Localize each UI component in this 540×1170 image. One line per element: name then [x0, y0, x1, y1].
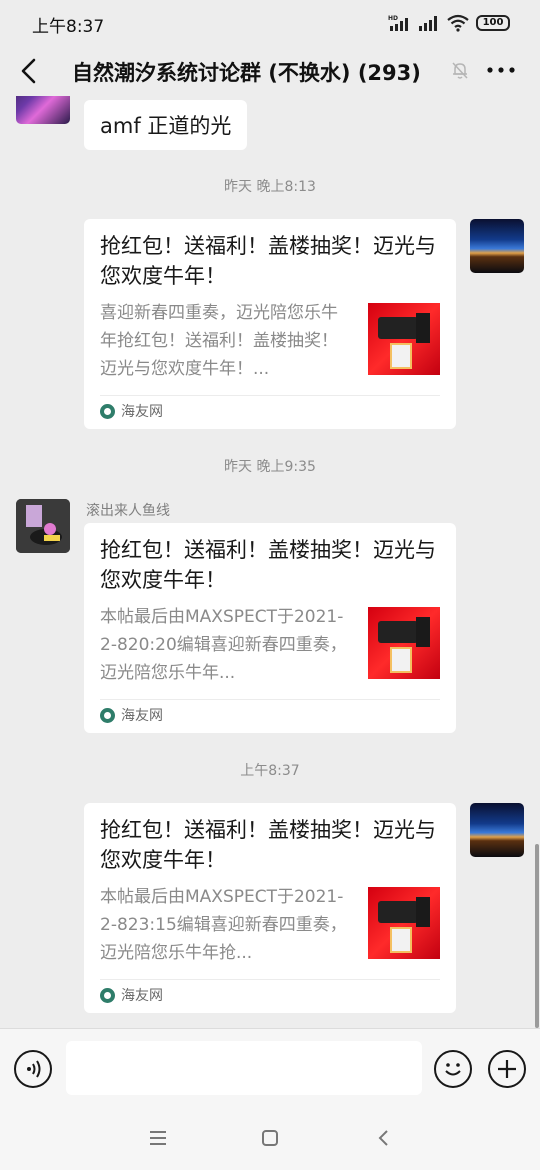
message-text: amf 正道的光	[100, 114, 232, 138]
card-source: 海友网	[100, 985, 163, 1005]
source-name: 海友网	[121, 988, 163, 1004]
divider	[100, 395, 440, 396]
card-source: 海友网	[100, 705, 163, 725]
wifi-icon	[447, 14, 469, 32]
home-square-icon[interactable]	[258, 1126, 282, 1150]
link-card[interactable]: 抢红包！送福利！盖楼抽奖！迈光与您欢度牛年！ 喜迎新春四重奏，迈光陪您乐牛年抢红…	[84, 219, 456, 429]
scrollbar[interactable]	[535, 844, 539, 1028]
battery-indicator: 100	[476, 15, 510, 31]
link-card[interactable]: 抢红包！送福利！盖楼抽奖！迈光与您欢度牛年！ 本帖最后由MAXSPECT于202…	[84, 523, 456, 733]
hd-signal-icon: HD	[388, 15, 408, 31]
back-triangle-icon[interactable]	[372, 1126, 396, 1150]
card-description: 本帖最后由MAXSPECT于2021-2-823:15编辑喜迎新春四重奏，迈光陪…	[100, 887, 347, 963]
user-avatar-icon	[16, 499, 70, 553]
avatar[interactable]	[16, 499, 70, 553]
card-title: 抢红包！送福利！盖楼抽奖！迈光与您欢度牛年！	[100, 818, 436, 872]
card-title: 抢红包！送福利！盖楼抽奖！迈光与您欢度牛年！	[100, 234, 436, 288]
chat-title: 自然潮汐系统讨论群 (不换水) (293)	[72, 61, 421, 85]
voice-icon	[27, 1060, 41, 1078]
source-name: 海友网	[121, 708, 163, 724]
source-name: 海友网	[121, 404, 163, 420]
card-source: 海友网	[100, 401, 163, 421]
card-thumbnail	[368, 607, 440, 679]
card-thumbnail	[368, 887, 440, 959]
menu-icon[interactable]	[146, 1126, 170, 1150]
message-input[interactable]	[66, 1041, 422, 1095]
bell-off-icon	[452, 62, 468, 79]
avatar[interactable]	[470, 219, 524, 273]
emoji-icon	[445, 1063, 461, 1076]
divider	[100, 699, 440, 700]
plus-button[interactable]	[488, 1050, 526, 1088]
chat-header: 自然潮汐系统讨论群 (不换水) (293)	[0, 46, 540, 96]
card-description: 喜迎新春四重奏，迈光陪您乐牛年抢红包！送福利！盖楼抽奖！迈光与您欢度牛年！...	[100, 303, 338, 379]
source-logo-icon	[100, 707, 115, 723]
text-message[interactable]: amf 正道的光	[84, 100, 248, 150]
link-card[interactable]: 抢红包！送福利！盖楼抽奖！迈光与您欢度牛年！ 本帖最后由MAXSPECT于202…	[84, 803, 456, 1013]
avatar[interactable]	[470, 803, 524, 857]
card-thumbnail	[368, 303, 440, 375]
cell-signal-icon	[419, 16, 437, 31]
card-title: 抢红包！送福利！盖楼抽奖！迈光与您欢度牛年！	[100, 538, 436, 592]
status-bar: 上午8:37 HD 100	[0, 0, 540, 46]
timestamp: 昨天 晚上9:35	[224, 459, 316, 475]
status-time: 上午8:37	[32, 17, 105, 37]
status-icons: HD 100	[388, 14, 510, 32]
source-logo-icon	[100, 403, 115, 419]
more-dots-icon[interactable]	[486, 58, 516, 82]
divider	[100, 979, 440, 980]
svg-text:HD: HD	[388, 15, 398, 22]
card-description: 本帖最后由MAXSPECT于2021-2-820:20编辑喜迎新春四重奏，迈光陪…	[100, 607, 347, 683]
input-bar	[0, 1028, 540, 1106]
avatar[interactable]	[16, 96, 70, 124]
voice-button[interactable]	[14, 1050, 52, 1088]
plus-icon	[498, 1060, 516, 1078]
timestamp: 昨天 晚上8:13	[224, 179, 316, 195]
sender-name: 滚出来人鱼线	[86, 503, 170, 519]
message-list[interactable]: amf 正道的光 昨天 晚上8:13 抢红包！送福利！盖楼抽奖！迈光与您欢度牛年…	[0, 96, 540, 1028]
chevron-left-icon[interactable]	[16, 56, 42, 86]
timestamp: 上午8:37	[240, 763, 300, 779]
system-navigation	[0, 1106, 540, 1170]
source-logo-icon	[100, 987, 115, 1003]
emoji-button[interactable]	[434, 1050, 472, 1088]
